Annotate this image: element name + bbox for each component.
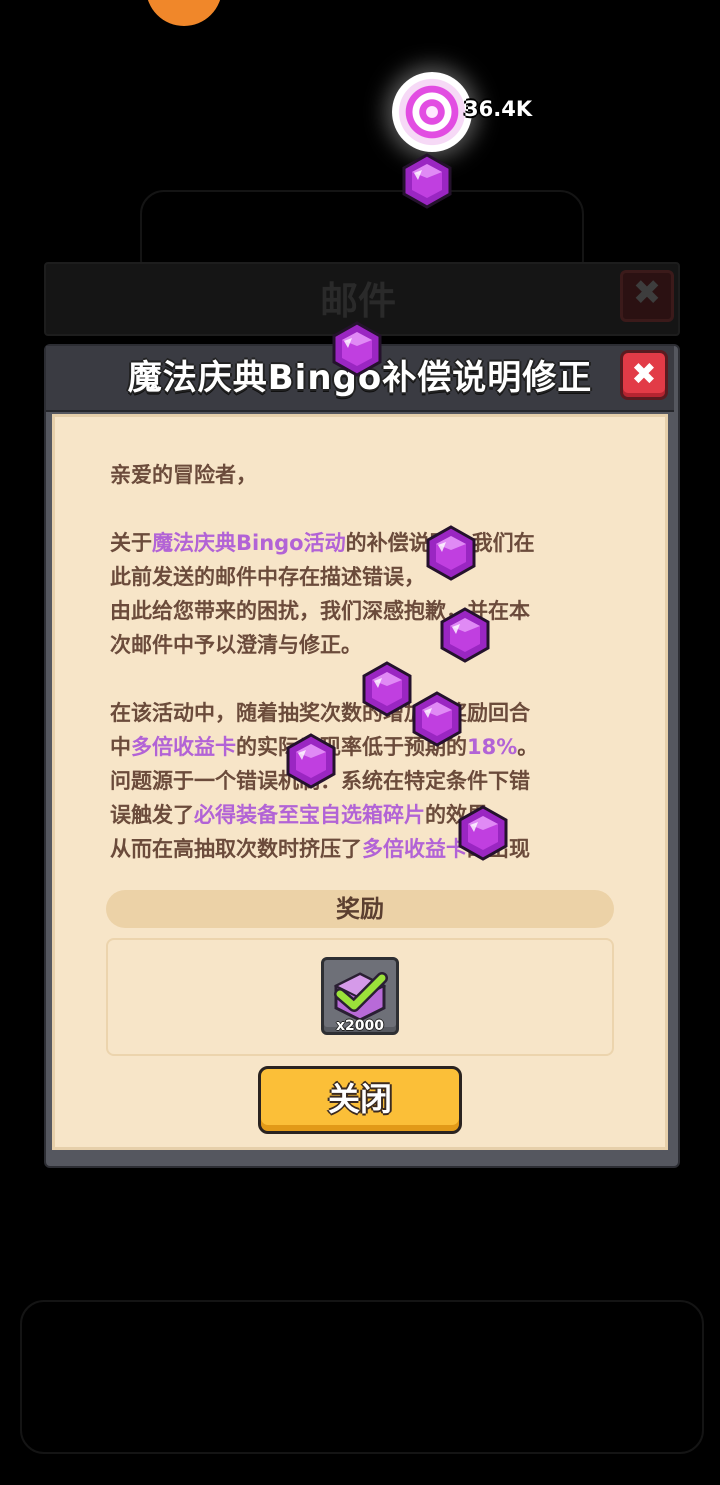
magic-portal-icon: [392, 72, 472, 152]
letter-line: 误触发了必得装备至宝自选箱碎片的效果，: [110, 798, 610, 832]
purple-gem-icon: [440, 607, 490, 663]
letter-line: 从而在高抽取次数时挤压了多倍收益卡的出现: [110, 832, 610, 862]
letter-line: 问题源于一个错误机制：系统在特定条件下错: [110, 764, 610, 798]
close-button[interactable]: 关闭: [258, 1066, 462, 1134]
mail-panel-close-button[interactable]: ✖: [620, 270, 674, 322]
reward-label: 奖励: [106, 890, 614, 928]
highlight-text: 魔法庆典Bingo活动: [152, 531, 346, 555]
purple-gem-icon: [412, 691, 462, 747]
letter-text: 误触发了: [110, 803, 194, 827]
purple-gem-icon: [332, 321, 382, 377]
highlight-text: 多倍收益卡: [131, 735, 236, 759]
dialog-close-button[interactable]: ✖: [620, 350, 668, 400]
letter-text: 。: [517, 735, 539, 759]
letter-paragraph-1: 关于魔法庆典Bingo活动的补偿说明，我们在此前发送的邮件中存在描述错误， 由此给…: [110, 526, 610, 662]
letter-line: 关于魔法庆典Bingo活动的补偿说明，我们在: [110, 526, 610, 560]
highlight-text: 必得装备至宝自选箱碎片: [194, 803, 425, 827]
purple-gem-icon: [286, 733, 336, 789]
purple-gem-icon: [402, 153, 452, 209]
reward-item-quantity: x2000: [336, 1018, 384, 1034]
letter-line: 次邮件中予以澄清与修正。: [110, 628, 610, 662]
letter-paragraph-2: 在该活动中，随着抽奖次数的增加，奖励回合中多倍收益卡的实际出现率低于预期的18%…: [110, 696, 610, 862]
purple-gem-icon: [362, 661, 412, 717]
letter-line: 此前发送的邮件中存在描述错误，: [110, 560, 610, 594]
purple-gem-icon: [426, 525, 476, 581]
background-bottom-frame: [20, 1300, 704, 1454]
letter-line: 中多倍收益卡的实际出现率低于预期的18%。: [110, 730, 610, 764]
mail-panel-title: 邮件: [320, 279, 397, 323]
letter-text: 中: [110, 735, 131, 759]
highlight-text: 18%: [467, 735, 518, 759]
letter-text: 此前发送的邮件中存在描述错误，: [110, 565, 425, 589]
letter-line: 由此给您带来的困扰，我们深感抱歉，并在本: [110, 594, 610, 628]
background-badge-icon: [146, 0, 222, 26]
letter-greeting: 亲爱的冒险者，: [110, 463, 257, 487]
letter-text: 次邮件中予以澄清与修正。: [110, 633, 362, 657]
highlight-text: 多倍收益卡: [362, 837, 467, 861]
purple-gem-icon: [458, 805, 508, 861]
letter-text: 在该活动中，随着抽奖次数的增加，奖励回合: [110, 701, 530, 725]
letter-text: 关于: [110, 531, 152, 555]
letter-text: 从而在高抽取次数时挤压了: [110, 837, 362, 861]
currency-count: 36.4K: [464, 97, 533, 121]
